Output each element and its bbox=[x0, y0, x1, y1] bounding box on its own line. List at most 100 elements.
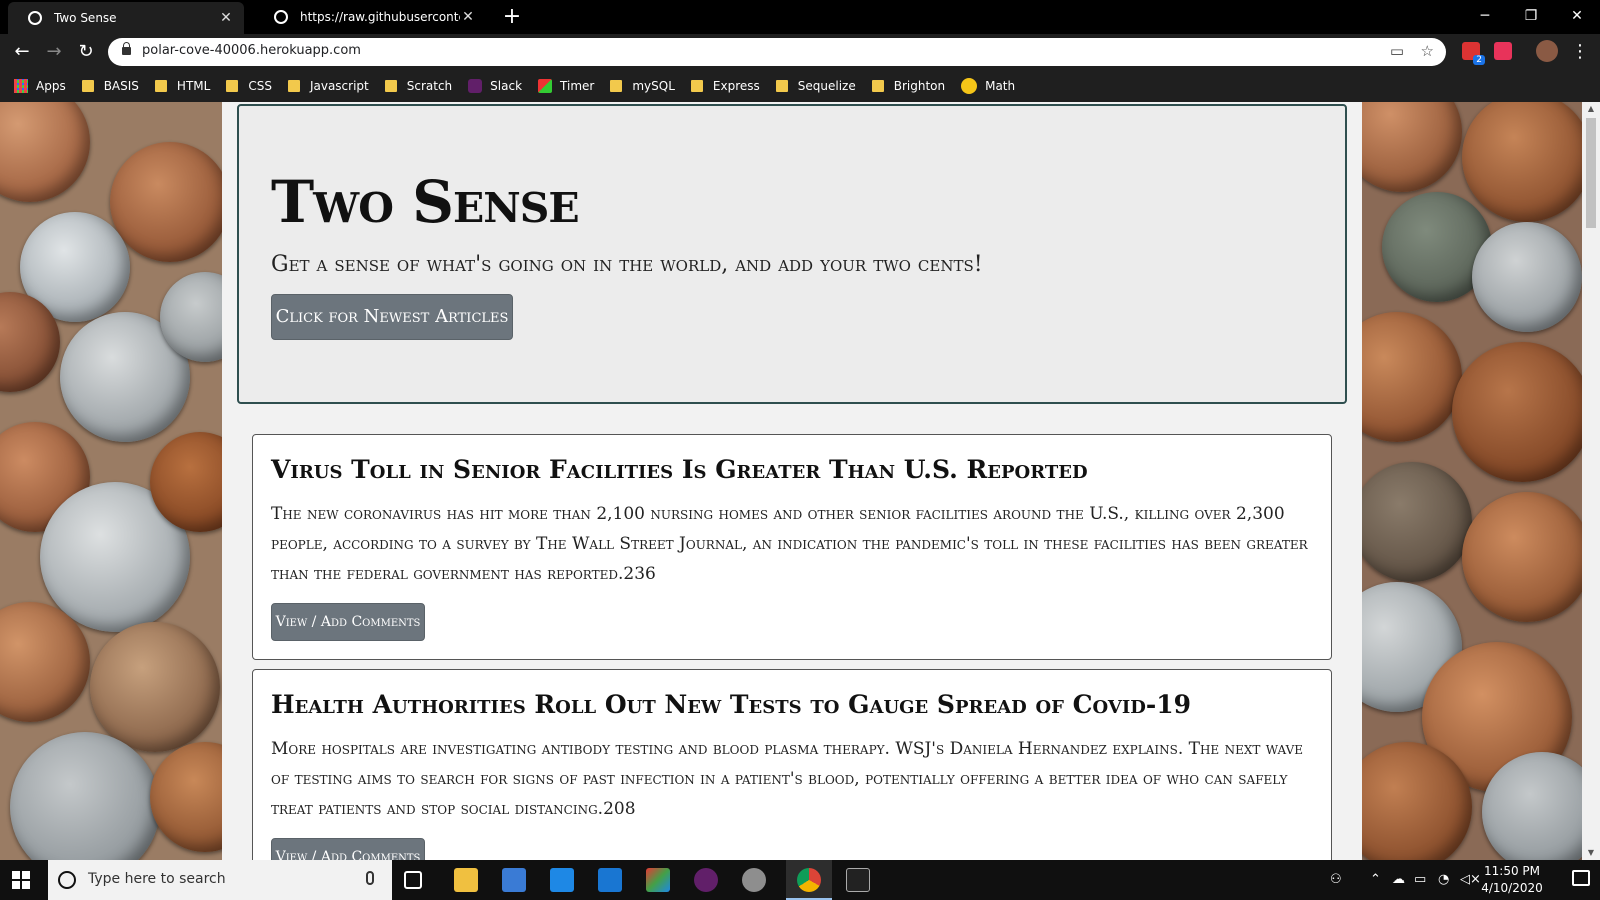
windows-start-icon[interactable] bbox=[12, 871, 30, 889]
bookmark-basis[interactable]: BASIS bbox=[81, 79, 139, 93]
taskbar: Type here to search ⚇ ⌃ ☁ ▭ ◔ ◁× 11:50 P… bbox=[0, 860, 1600, 900]
view-add-comments-button[interactable]: View / Add Comments bbox=[271, 603, 425, 641]
apps-grid-icon bbox=[14, 79, 28, 93]
scroll-down-icon[interactable]: ▼ bbox=[1582, 846, 1600, 860]
bookmark-html[interactable]: HTML bbox=[154, 79, 211, 93]
terminal-icon[interactable] bbox=[846, 868, 870, 892]
article-card: Virus Toll in Senior Facilities Is Great… bbox=[252, 434, 1332, 660]
bookmark-label: Scratch bbox=[406, 79, 453, 93]
bookmark-label: Brighton bbox=[893, 79, 946, 93]
tab-two-sense[interactable]: Two Sense ✕ bbox=[8, 2, 244, 34]
maximize-button[interactable]: ❐ bbox=[1508, 0, 1554, 34]
bookmark-css[interactable]: CSS bbox=[226, 79, 272, 93]
bookmark-label: CSS bbox=[248, 79, 272, 93]
search-placeholder: Type here to search bbox=[88, 871, 226, 887]
clock-date: 4/10/2020 bbox=[1481, 881, 1543, 895]
forward-button[interactable]: → bbox=[42, 40, 66, 64]
tab-close-icon[interactable]: ✕ bbox=[460, 9, 476, 25]
cast-icon[interactable]: ▭ bbox=[1390, 42, 1404, 60]
coins-background-left bbox=[0, 102, 222, 860]
new-tab-button[interactable]: + bbox=[500, 4, 524, 30]
newest-articles-button[interactable]: Click for Newest Articles bbox=[271, 294, 513, 340]
paint-icon[interactable] bbox=[742, 868, 766, 892]
address-bar[interactable]: polar-cove-40006.herokuapp.com ▭ ☆ bbox=[108, 38, 1446, 66]
reload-button[interactable]: ↻ bbox=[74, 40, 98, 64]
folder-icon bbox=[384, 80, 397, 92]
math-icon bbox=[961, 78, 978, 94]
bookmark-label: Slack bbox=[490, 79, 523, 93]
page-subtitle: Get a sense of what's going on in the wo… bbox=[271, 252, 983, 277]
globe-icon bbox=[28, 11, 42, 25]
mail-icon[interactable] bbox=[598, 868, 622, 892]
pocket-icon[interactable] bbox=[1494, 42, 1512, 60]
bookmark-label: HTML bbox=[176, 79, 211, 93]
timer-icon bbox=[538, 79, 553, 93]
store-icon[interactable] bbox=[502, 868, 526, 892]
onedrive-icon[interactable]: ☁ bbox=[1392, 872, 1405, 887]
article-card: Health Authorities Roll Out New Tests to… bbox=[252, 669, 1332, 860]
system-clock[interactable]: 11:50 PM 4/10/2020 bbox=[1472, 863, 1552, 897]
chrome-taskbar-button[interactable] bbox=[786, 860, 832, 900]
view-add-comments-button[interactable]: View / Add Comments bbox=[271, 838, 425, 860]
bookmark-scratch[interactable]: Scratch bbox=[384, 79, 453, 93]
taskbar-search-box[interactable]: Type here to search bbox=[48, 860, 392, 900]
scroll-up-icon[interactable]: ▲ bbox=[1582, 102, 1600, 116]
folder-icon bbox=[610, 80, 623, 92]
article-summary: More hospitals are investigating antibod… bbox=[271, 739, 1304, 819]
folder-icon bbox=[690, 80, 703, 92]
slack-icon[interactable] bbox=[694, 868, 718, 892]
bookmark-mysql[interactable]: mySQL bbox=[610, 79, 675, 93]
coins-background-right bbox=[1362, 102, 1582, 860]
wifi-icon[interactable]: ◔ bbox=[1438, 872, 1449, 887]
bookmark-label: Apps bbox=[36, 79, 66, 93]
article-title: Virus Toll in Senior Facilities Is Great… bbox=[271, 455, 1088, 484]
bookmarks-bar: Apps BASIS HTML CSS Javascript Scratch S… bbox=[0, 70, 1600, 102]
scroll-thumb[interactable] bbox=[1586, 118, 1596, 228]
close-window-button[interactable]: ✕ bbox=[1554, 0, 1600, 34]
notifications-icon[interactable] bbox=[1572, 870, 1590, 886]
people-icon[interactable]: ⚇ bbox=[1330, 872, 1342, 887]
bookmark-star-icon[interactable]: ☆ bbox=[1421, 42, 1434, 60]
bookmark-label: Express bbox=[712, 79, 760, 93]
cortana-icon bbox=[58, 871, 76, 889]
page-scrollbar[interactable]: ▲ ▼ bbox=[1582, 102, 1600, 860]
bookmark-apps[interactable]: Apps bbox=[14, 79, 66, 93]
bookmark-label: BASIS bbox=[103, 79, 139, 93]
extension-badge: 2 bbox=[1473, 55, 1485, 65]
tab-githubusercontent[interactable]: https://raw.githubusercontent.co ✕ bbox=[254, 0, 486, 34]
bookmark-express[interactable]: Express bbox=[690, 79, 760, 93]
bookmark-javascript[interactable]: Javascript bbox=[287, 79, 369, 93]
article-title: Health Authorities Roll Out New Tests to… bbox=[271, 690, 1192, 719]
file-explorer-icon[interactable] bbox=[454, 868, 478, 892]
bookmark-math[interactable]: Math bbox=[961, 78, 1015, 94]
task-view-icon[interactable] bbox=[404, 871, 422, 889]
back-button[interactable]: ← bbox=[10, 40, 34, 64]
folder-icon bbox=[226, 80, 239, 92]
bookmark-label: mySQL bbox=[632, 79, 675, 93]
bookmark-brighton[interactable]: Brighton bbox=[871, 79, 946, 93]
folder-icon bbox=[287, 80, 300, 92]
browser-menu-icon[interactable]: ⋮ bbox=[1570, 40, 1590, 64]
page-viewport: Two Sense Get a sense of what's going on… bbox=[0, 102, 1600, 860]
git-kraken-icon[interactable] bbox=[646, 868, 670, 892]
folder-icon bbox=[154, 80, 167, 92]
l-app-icon[interactable] bbox=[550, 868, 574, 892]
page-title: Two Sense bbox=[271, 168, 580, 236]
bookmark-label: Timer bbox=[560, 79, 595, 93]
microphone-icon[interactable] bbox=[366, 871, 374, 885]
tab-title: https://raw.githubusercontent.co bbox=[300, 10, 460, 24]
tray-chevron-icon[interactable]: ⌃ bbox=[1370, 872, 1381, 887]
extension-icon[interactable]: 2 bbox=[1462, 42, 1485, 65]
bookmark-timer[interactable]: Timer bbox=[538, 79, 594, 93]
tab-title: Two Sense bbox=[54, 11, 117, 25]
clock-time: 11:50 PM bbox=[1484, 864, 1540, 878]
browser-toolbar: ← → ↻ polar-cove-40006.herokuapp.com ▭ ☆… bbox=[0, 34, 1600, 70]
avatar[interactable] bbox=[1536, 40, 1558, 62]
slack-icon bbox=[468, 79, 483, 93]
globe-icon bbox=[274, 10, 288, 24]
bookmark-slack[interactable]: Slack bbox=[468, 79, 522, 93]
tab-close-icon[interactable]: ✕ bbox=[218, 10, 234, 26]
bookmark-sequelize[interactable]: Sequelize bbox=[775, 79, 856, 93]
minimize-button[interactable]: ─ bbox=[1462, 0, 1508, 34]
battery-icon[interactable]: ▭ bbox=[1414, 872, 1426, 887]
